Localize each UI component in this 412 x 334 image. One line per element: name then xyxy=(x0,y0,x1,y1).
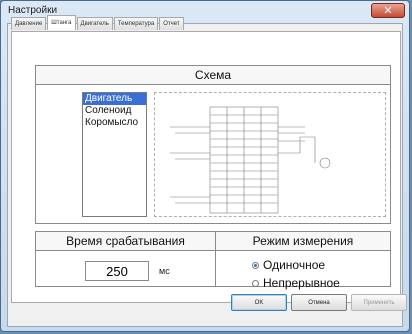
radio-continuous[interactable]: Непрерывное xyxy=(252,276,340,290)
radio-continuous-label: Непрерывное xyxy=(263,276,340,290)
tab-temperature[interactable]: Температура xyxy=(113,17,159,30)
tab-bar: Давление Штанга Двигатель Температура От… xyxy=(11,15,185,31)
cancel-button[interactable]: Отмена xyxy=(291,294,347,311)
radio-unselected-icon xyxy=(252,279,259,287)
response-time-input[interactable]: 250 xyxy=(85,261,149,281)
tab-rod[interactable]: Штанга xyxy=(47,15,76,30)
settings-window: Настройки ✕ Давление Штанга Двигатель Те… xyxy=(0,0,410,332)
tab-report[interactable]: Отчет xyxy=(159,17,184,30)
apply-button[interactable]: Применить xyxy=(351,294,407,311)
list-item-rocker[interactable]: Коромысло xyxy=(83,117,146,129)
wiring-diagram-graphic xyxy=(170,106,331,214)
wiring-diagram-image xyxy=(154,92,386,217)
scheme-list[interactable]: Двигатель Соленоид Коромысло xyxy=(82,92,147,217)
radio-selected-icon xyxy=(252,261,259,269)
response-time-title: Время срабатывания xyxy=(36,232,215,251)
close-button[interactable]: ✕ xyxy=(371,3,405,18)
measure-mode-title: Режим измерения xyxy=(216,232,390,251)
list-item-solenoid[interactable]: Соленоид xyxy=(83,105,146,117)
scheme-title: Схема xyxy=(36,66,390,85)
tab-engine[interactable]: Двигатель xyxy=(76,17,113,30)
ok-button[interactable]: OK xyxy=(231,294,287,311)
response-time-unit: мс xyxy=(159,266,170,276)
radio-single[interactable]: Одиночное xyxy=(252,258,340,272)
tab-pressure[interactable]: Давление xyxy=(11,17,47,30)
radio-single-label: Одиночное xyxy=(263,258,326,272)
list-item-engine[interactable]: Двигатель xyxy=(83,93,146,105)
measure-mode-options: Одиночное Непрерывное xyxy=(252,258,340,294)
response-time-row: 250 мс xyxy=(85,261,170,281)
